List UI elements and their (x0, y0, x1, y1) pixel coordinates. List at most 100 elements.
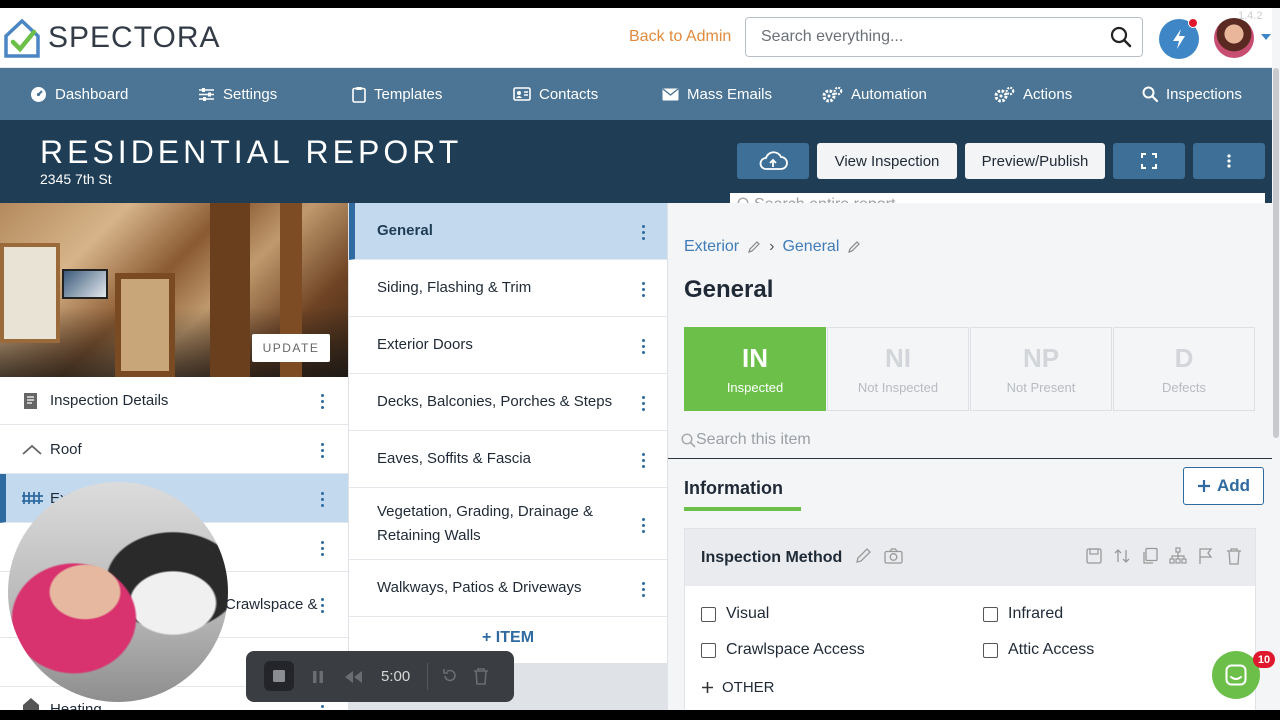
subsection-vegetation[interactable]: Vegetation, Grading, Drainage & Retainin… (349, 488, 667, 560)
add-other-option[interactable]: OTHER (701, 679, 775, 696)
trash-icon[interactable] (473, 667, 489, 685)
card-title-text: Inspection Method (701, 549, 843, 566)
nav-item-dashboard[interactable]: Dashboard (30, 68, 128, 120)
nav-item-templates[interactable]: Templates (352, 68, 442, 120)
status-not-inspected-button[interactable]: NI Not Inspected (827, 327, 969, 411)
back-to-admin-link[interactable]: Back to Admin (629, 28, 731, 46)
nav-label: Dashboard (55, 85, 129, 103)
view-inspection-button[interactable]: View Inspection (817, 143, 957, 179)
subsection-menu-icon[interactable] (642, 282, 645, 297)
option-crawlspace-access[interactable]: Crawlspace Access (701, 641, 865, 659)
page-title: General (684, 276, 774, 303)
option-visual[interactable]: Visual (701, 605, 769, 623)
rewind-icon[interactable] (343, 670, 363, 684)
user-avatar[interactable] (1214, 18, 1254, 58)
pause-icon[interactable] (312, 670, 324, 684)
section-label: Crawlspace & (225, 596, 318, 613)
checkbox[interactable] (983, 642, 998, 658)
checkbox[interactable] (983, 606, 998, 622)
nav-label: Contacts (539, 85, 599, 103)
pencil-icon[interactable] (847, 240, 861, 254)
nav-item-contacts[interactable]: Contacts (513, 68, 598, 120)
subsection-menu-icon[interactable] (642, 396, 645, 411)
section-menu-icon[interactable] (321, 394, 324, 409)
page-scrollbar[interactable] (1272, 68, 1280, 710)
status-code: NP (1022, 343, 1060, 373)
sort-icon[interactable] (1113, 547, 1131, 565)
restart-icon[interactable] (442, 668, 458, 684)
section-menu-icon[interactable] (321, 705, 324, 710)
update-photo-button[interactable]: UPDATE (252, 334, 330, 362)
section-menu-icon[interactable] (321, 541, 324, 556)
trash-icon[interactable] (1225, 547, 1243, 565)
section-inspection-details[interactable]: Inspection Details (0, 377, 348, 425)
checkbox[interactable] (701, 642, 716, 658)
copy-icon[interactable] (1141, 547, 1159, 565)
pencil-icon[interactable] (747, 240, 761, 254)
checkbox[interactable] (701, 606, 716, 622)
global-search-input[interactable] (746, 18, 1086, 56)
status-code: D (1174, 343, 1194, 373)
preview-publish-button[interactable]: Preview/Publish (965, 143, 1105, 179)
upload-button[interactable] (737, 143, 809, 179)
lightning-bolt-icon (1173, 29, 1185, 49)
expand-icon (1141, 153, 1157, 169)
nav-item-settings[interactable]: Settings (198, 68, 277, 120)
option-infrared[interactable]: Infrared (983, 605, 1063, 623)
section-roof[interactable]: Roof (0, 425, 348, 474)
section-menu-icon[interactable] (321, 492, 324, 507)
save-icon[interactable] (1085, 547, 1103, 565)
breadcrumb-subsection[interactable]: General (782, 238, 839, 256)
card-header: Inspection Method (685, 529, 1255, 586)
breadcrumb: Exterior › General (684, 238, 861, 256)
subsection-eaves[interactable]: Eaves, Soffits & Fascia (349, 431, 667, 488)
status-not-present-button[interactable]: NP Not Present (970, 327, 1112, 411)
add-item-button[interactable]: + ITEM (482, 629, 534, 647)
subsection-menu-icon[interactable] (642, 582, 645, 597)
subsection-menu-icon[interactable] (642, 453, 645, 468)
chat-unread-badge: 10 (1253, 651, 1275, 668)
fullscreen-button[interactable] (1113, 143, 1185, 179)
status-inspected-button[interactable]: IN Inspected (684, 327, 826, 411)
nav-item-actions[interactable]: Actions (994, 68, 1072, 120)
chevron-down-icon[interactable] (1261, 34, 1271, 40)
section-menu-icon[interactable] (321, 598, 324, 613)
spectora-logo[interactable]: SPECTORA (2, 16, 221, 60)
flag-icon[interactable] (1197, 547, 1215, 565)
section-menu-icon[interactable] (321, 443, 324, 458)
add-comment-button[interactable]: Add (1183, 467, 1264, 505)
subsection-label: Decks, Balconies, Porches & Steps (377, 393, 613, 410)
subsection-siding[interactable]: Siding, Flashing & Trim (349, 260, 667, 317)
app-version: 1.4.2 (1238, 10, 1263, 22)
camera-icon[interactable] (884, 548, 903, 564)
option-label: Infrared (1008, 605, 1064, 622)
breadcrumb-section[interactable]: Exterior (684, 238, 739, 256)
pencil-icon[interactable] (855, 547, 872, 564)
roof-icon (22, 444, 42, 455)
card-title: Inspection Method (701, 547, 903, 567)
section-label: Heating (50, 701, 102, 710)
subsection-menu-icon[interactable] (642, 339, 645, 354)
search-icon[interactable] (1110, 26, 1132, 48)
subsection-walkways[interactable]: Walkways, Patios & Driveways (349, 560, 667, 617)
global-search (745, 17, 1143, 57)
item-search-input[interactable] (668, 423, 1228, 457)
status-code: NI (885, 343, 911, 373)
nav-item-mass-emails[interactable]: Mass Emails (662, 68, 772, 120)
status-defects-button[interactable]: D Defects (1113, 327, 1255, 411)
option-attic-access[interactable]: Attic Access (983, 641, 1094, 659)
nav-item-inspections[interactable]: Inspections (1142, 68, 1242, 120)
subsection-menu-icon[interactable] (642, 225, 645, 240)
stop-recording-button[interactable] (264, 661, 294, 691)
nav-item-automation[interactable]: Automation (822, 68, 927, 120)
subsection-menu-icon[interactable] (642, 518, 645, 533)
subsection-decks[interactable]: Decks, Balconies, Porches & Steps (349, 374, 667, 431)
subsection-exterior-doors[interactable]: Exterior Doors (349, 317, 667, 374)
hierarchy-icon[interactable] (1169, 547, 1187, 565)
house-icon (23, 698, 39, 710)
tab-information[interactable]: Information (684, 478, 801, 511)
more-options-button[interactable] (1193, 143, 1265, 179)
subsection-general[interactable]: General (349, 203, 667, 260)
envelope-icon (662, 87, 679, 100)
report-header: RESIDENTIAL REPORT 2345 7th St View Insp… (0, 120, 1272, 221)
